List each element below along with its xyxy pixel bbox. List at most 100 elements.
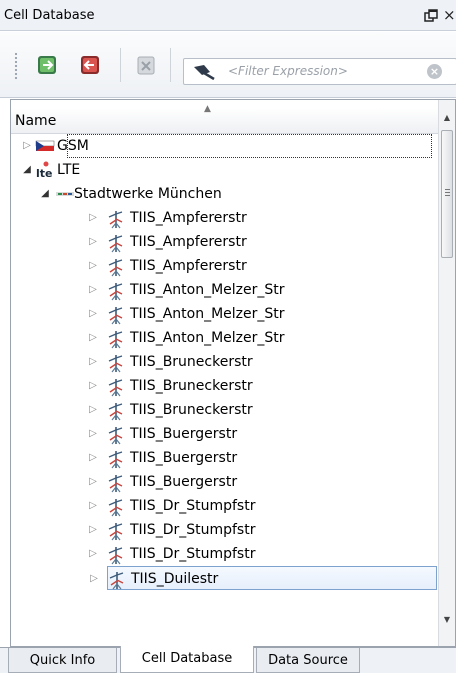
toolbar-grip[interactable] bbox=[14, 52, 18, 80]
export-icon bbox=[81, 56, 99, 74]
expand-icon[interactable]: ▷ bbox=[87, 398, 99, 422]
expand-icon[interactable]: ▷ bbox=[87, 446, 99, 470]
expand-icon[interactable]: ▷ bbox=[87, 518, 99, 542]
expand-icon[interactable]: ▷ bbox=[87, 470, 99, 494]
clear-filter-icon[interactable]: × bbox=[427, 64, 442, 79]
scroll-up-icon[interactable]: ▲ bbox=[439, 110, 455, 126]
tree-row-label: TIIS_Bruneckerstr bbox=[130, 354, 253, 370]
tree-row-label: LTE bbox=[57, 162, 81, 178]
tree-row-label: TIIS_Buergerstr bbox=[130, 450, 238, 466]
vertical-scrollbar[interactable]: ▲ ▼ bbox=[438, 100, 455, 646]
pin-icon[interactable] bbox=[424, 8, 438, 22]
expand-icon[interactable]: ▷ bbox=[88, 567, 100, 591]
tree-row[interactable]: ▷ TIIS_Anton_Melzer_Str bbox=[11, 278, 438, 302]
scroll-down-icon[interactable]: ▼ bbox=[439, 612, 455, 628]
filter-expression-input[interactable]: <Filter Expression> × bbox=[183, 58, 456, 85]
tree-row[interactable]: ▷ TIIS_Ampfererstr bbox=[11, 254, 438, 278]
expand-icon[interactable]: ▷ bbox=[87, 302, 99, 326]
tree-row[interactable]: ▷ TIIS_Ampfererstr bbox=[11, 230, 438, 254]
antenna-icon bbox=[106, 425, 126, 445]
toolbar-separator bbox=[120, 48, 121, 82]
delete-button[interactable] bbox=[132, 50, 162, 80]
lte-icon: lte bbox=[35, 161, 55, 180]
panel-title: Cell Database bbox=[4, 8, 95, 23]
column-header-label: Name bbox=[15, 113, 57, 129]
expand-icon[interactable]: ▷ bbox=[87, 254, 99, 278]
antenna-icon bbox=[106, 545, 126, 565]
operator-icon bbox=[55, 185, 75, 203]
tree-row[interactable]: ▷ TIIS_Anton_Melzer_Str bbox=[11, 326, 438, 350]
tree-row[interactable]: ▷ TIIS_Dr_Stumpfstr bbox=[11, 494, 438, 518]
tree-row[interactable]: ▷ TIIS_Buergerstr bbox=[11, 470, 438, 494]
close-icon[interactable]: × bbox=[443, 3, 456, 27]
antenna-icon bbox=[106, 521, 126, 541]
tree-row-label: TIIS_Anton_Melzer_Str bbox=[130, 282, 285, 298]
tree-row-label: TIIS_Bruneckerstr bbox=[130, 402, 253, 418]
tree-row[interactable]: ▷ TIIS_Duilestr bbox=[90, 566, 437, 590]
expand-icon[interactable]: ▷ bbox=[87, 422, 99, 446]
tree-row[interactable]: ▷ TIIS_Dr_Stumpfstr bbox=[11, 518, 438, 542]
tree-row[interactable]: ◢ lte LTE bbox=[11, 158, 438, 182]
panel-tabs: Quick Info Cell Database Data Source bbox=[0, 646, 456, 673]
tree-row[interactable]: ▷ TIIS_Bruneckerstr bbox=[11, 398, 438, 422]
expand-icon[interactable]: ▷ bbox=[87, 542, 99, 566]
flag-icon bbox=[35, 137, 55, 155]
expand-icon[interactable]: ▷ bbox=[87, 278, 99, 302]
tree-row-label: Stadtwerke München bbox=[74, 186, 222, 202]
tab-data-source[interactable]: Data Source bbox=[256, 648, 360, 673]
tree-row[interactable]: ▷ TIIS_Bruneckerstr bbox=[11, 350, 438, 374]
antenna-icon bbox=[106, 329, 126, 349]
tree-row-label: TIIS_Anton_Melzer_Str bbox=[130, 330, 285, 346]
tab-cell-database[interactable]: Cell Database bbox=[120, 646, 254, 673]
antenna-icon bbox=[106, 473, 126, 493]
antenna-icon bbox=[107, 570, 127, 590]
tab-quick-info[interactable]: Quick Info bbox=[8, 648, 117, 673]
tree-row-label: TIIS_Anton_Melzer_Str bbox=[130, 306, 285, 322]
antenna-icon bbox=[106, 377, 126, 397]
column-header-name[interactable]: Name ▲ bbox=[11, 104, 438, 134]
import-button[interactable] bbox=[33, 50, 63, 80]
tree-row[interactable]: ▷ TIIS_Dr_Stumpfstr bbox=[11, 542, 438, 566]
cell-database-tree[interactable]: Name ▲ ▷ GSM ◢ lte LTE ◢ Stadtwerke München ▷ TI… bbox=[10, 99, 456, 647]
tree-row[interactable]: ▷ TIIS_Buergerstr bbox=[11, 422, 438, 446]
expand-icon[interactable]: ▷ bbox=[87, 494, 99, 518]
tree-row-label: TIIS_Buergerstr bbox=[130, 426, 238, 442]
filter-placeholder: <Filter Expression> bbox=[228, 64, 348, 78]
panel-titlebar: Cell Database × bbox=[0, 0, 456, 31]
tree-row-label: GSM bbox=[57, 138, 89, 154]
antenna-icon bbox=[106, 281, 126, 301]
tree-row-label: TIIS_Bruneckerstr bbox=[130, 378, 253, 394]
expand-icon[interactable]: ▷ bbox=[87, 230, 99, 254]
tree-row[interactable]: ◢ Stadtwerke München bbox=[11, 182, 438, 206]
tree-row[interactable]: ▷ TIIS_Anton_Melzer_Str bbox=[11, 302, 438, 326]
tree-row-label: TIIS_Dr_Stumpfstr bbox=[130, 546, 256, 562]
import-icon bbox=[38, 56, 56, 74]
tree-row-label: TIIS_Ampfererstr bbox=[130, 210, 247, 226]
tree-row-label: TIIS_Duilestr bbox=[131, 571, 219, 587]
tree-row[interactable]: ▷ GSM bbox=[23, 134, 432, 158]
antenna-icon bbox=[106, 449, 126, 469]
expand-icon[interactable]: ▷ bbox=[87, 326, 99, 350]
expand-icon[interactable]: ▷ bbox=[21, 134, 33, 158]
tree-row[interactable]: ▷ TIIS_Bruneckerstr bbox=[11, 374, 438, 398]
antenna-icon bbox=[106, 497, 126, 517]
svg-text:lte: lte bbox=[36, 167, 53, 179]
antenna-icon bbox=[106, 233, 126, 253]
scrollbar-thumb[interactable] bbox=[441, 130, 453, 258]
expand-icon[interactable]: ▷ bbox=[87, 374, 99, 398]
toolbar-separator bbox=[170, 48, 171, 82]
collapse-icon[interactable]: ◢ bbox=[21, 158, 33, 182]
antenna-icon bbox=[106, 257, 126, 277]
tree-row[interactable]: ▷ TIIS_Buergerstr bbox=[11, 446, 438, 470]
expand-icon[interactable]: ▷ bbox=[87, 206, 99, 230]
antenna-icon bbox=[106, 353, 126, 373]
tree-row-label: TIIS_Ampfererstr bbox=[130, 234, 247, 250]
tree-row-label: TIIS_Dr_Stumpfstr bbox=[130, 498, 256, 514]
export-button[interactable] bbox=[76, 50, 106, 80]
tree-row-label: TIIS_Dr_Stumpfstr bbox=[130, 522, 256, 538]
expand-icon[interactable]: ▷ bbox=[87, 350, 99, 374]
collapse-icon[interactable]: ◢ bbox=[39, 182, 51, 206]
antenna-icon bbox=[106, 305, 126, 325]
tree-row[interactable]: ▷ TIIS_Ampfererstr bbox=[11, 206, 438, 230]
antenna-icon bbox=[106, 401, 126, 421]
